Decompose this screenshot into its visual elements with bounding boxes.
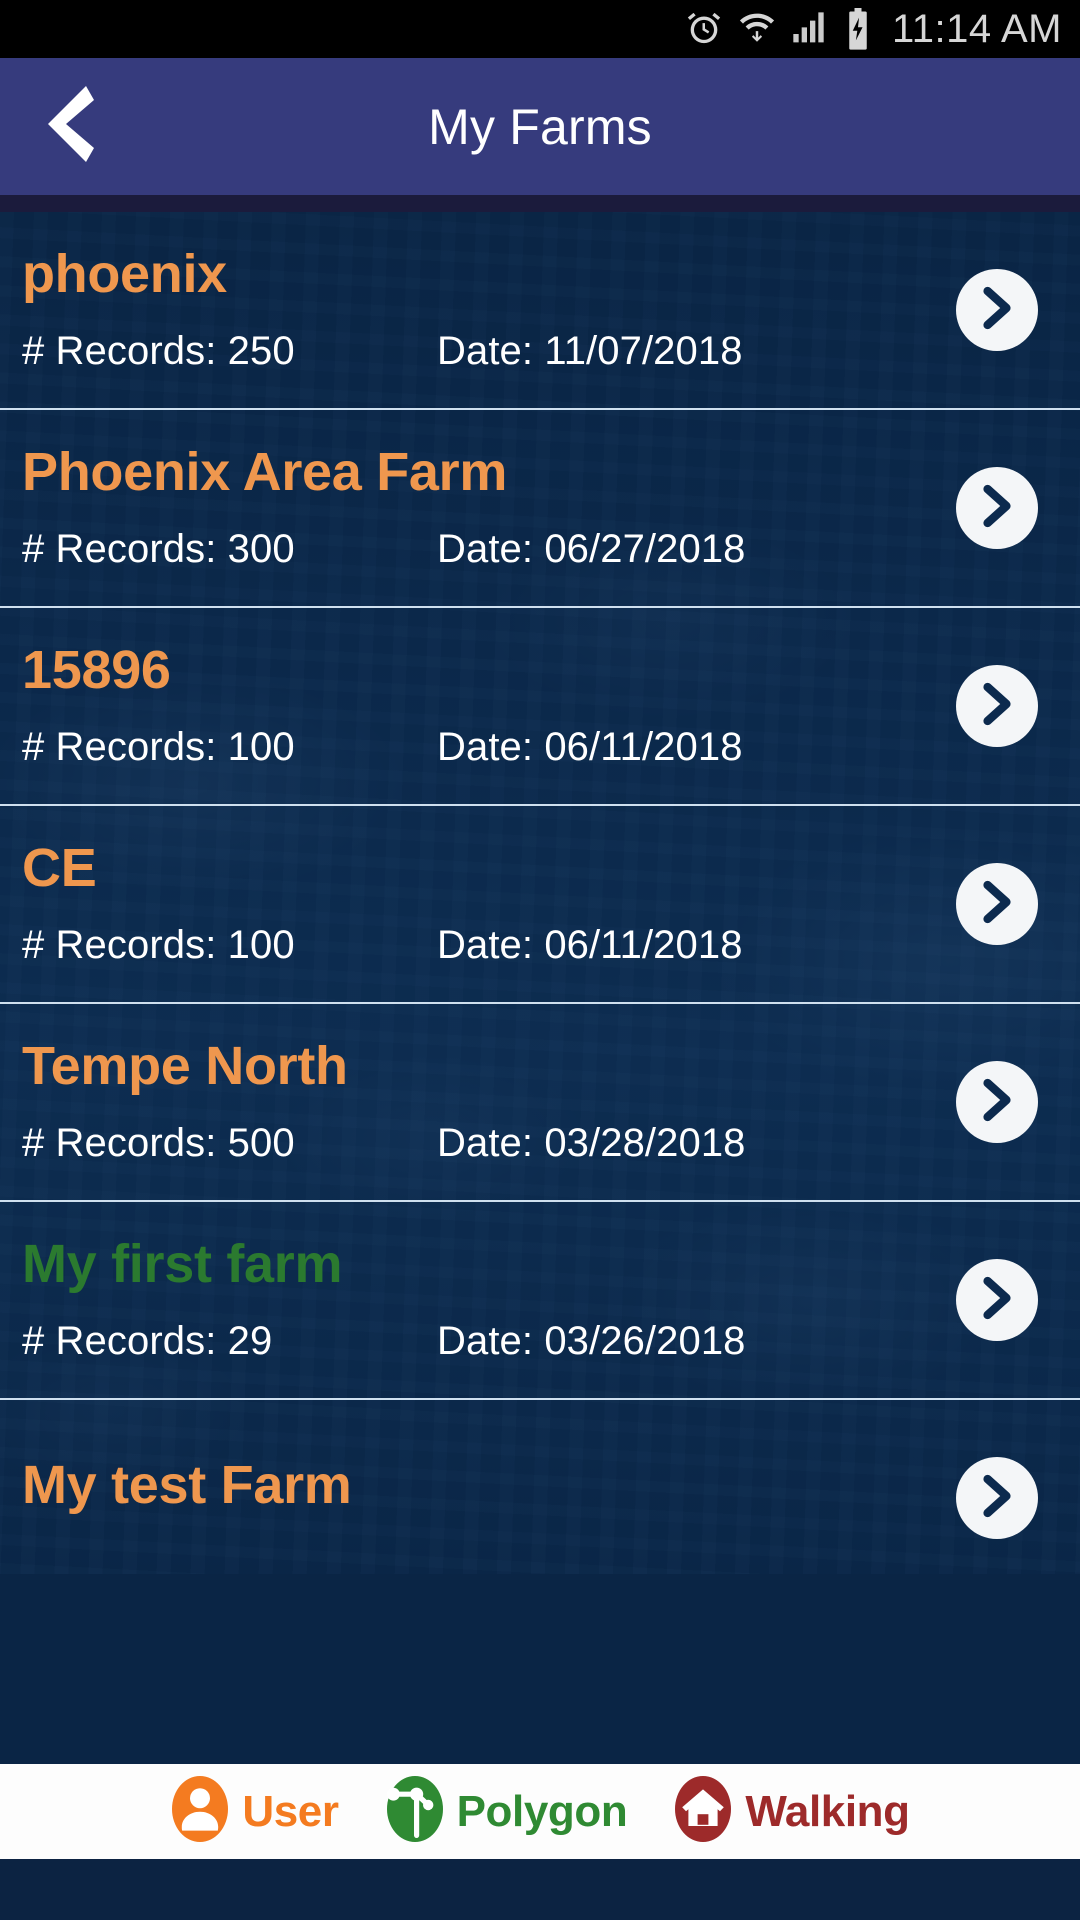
chevron-right-icon xyxy=(980,1077,1014,1128)
back-chevron-icon xyxy=(42,86,102,167)
open-farm-button[interactable] xyxy=(956,1457,1038,1539)
farm-record-count: # Records: 29 xyxy=(22,1318,273,1363)
chevron-right-icon xyxy=(980,285,1014,336)
farm-date: Date: 03/26/2018 xyxy=(437,1318,746,1363)
farm-list-container[interactable]: phoenix # Records: 250 Date: 11/07/2018 … xyxy=(0,212,1080,1574)
farm-date: Date: 06/27/2018 xyxy=(437,526,746,571)
farm-name: My test Farm xyxy=(22,1454,352,1515)
table-row[interactable]: 15896 # Records: 100 Date: 06/11/2018 xyxy=(0,608,1080,806)
table-row[interactable]: Phoenix Area Farm # Records: 300 Date: 0… xyxy=(0,410,1080,608)
polygon-node-icon xyxy=(385,1775,445,1848)
chevron-right-icon xyxy=(980,1473,1014,1524)
page-title: My Farms xyxy=(428,98,652,155)
table-row[interactable]: phoenix # Records: 250 Date: 11/07/2018 xyxy=(0,212,1080,410)
user-avatar-icon xyxy=(170,1775,230,1848)
signal-icon xyxy=(790,9,830,49)
chevron-right-icon xyxy=(980,1275,1014,1326)
chevron-right-icon xyxy=(980,681,1014,732)
farm-name: Tempe North xyxy=(22,1036,348,1097)
wifi-icon xyxy=(738,9,776,49)
toolbar-item-user[interactable]: User xyxy=(170,1775,339,1848)
farm-name: CE xyxy=(22,838,97,899)
bottom-toolbar: User Polygon Walking xyxy=(0,1764,1080,1859)
table-row[interactable]: My test Farm xyxy=(0,1400,1080,1574)
open-farm-button[interactable] xyxy=(956,269,1038,351)
battery-charging-icon xyxy=(844,8,872,50)
toolbar-label-polygon: Polygon xyxy=(456,1786,628,1836)
alarm-icon xyxy=(684,9,724,49)
open-farm-button[interactable] xyxy=(956,1061,1038,1143)
farm-name: 15896 xyxy=(22,640,171,701)
system-navigation-bar xyxy=(0,1859,1080,1920)
chevron-right-icon xyxy=(980,879,1014,930)
farm-record-count: # Records: 100 xyxy=(22,922,295,967)
farm-meta: # Records: 100 Date: 06/11/2018 xyxy=(22,923,1058,968)
toolbar-item-polygon[interactable]: Polygon xyxy=(385,1775,628,1848)
farm-date: Date: 03/28/2018 xyxy=(437,1120,746,1165)
farm-date: Date: 11/07/2018 xyxy=(437,328,743,373)
table-row[interactable]: CE # Records: 100 Date: 06/11/2018 xyxy=(0,806,1080,1004)
farm-meta: # Records: 300 Date: 06/27/2018 xyxy=(22,527,1058,572)
farm-meta: # Records: 500 Date: 03/28/2018 xyxy=(22,1121,1058,1166)
farm-list: phoenix # Records: 250 Date: 11/07/2018 … xyxy=(0,212,1080,1574)
farm-date: Date: 06/11/2018 xyxy=(437,724,743,769)
status-bar: 11:14 AM xyxy=(0,0,1080,58)
farm-name: My first farm xyxy=(22,1234,343,1295)
farm-date: Date: 06/11/2018 xyxy=(437,922,743,967)
farm-name: phoenix xyxy=(22,244,227,305)
home-walking-icon xyxy=(673,1775,733,1848)
back-button[interactable] xyxy=(30,85,114,169)
open-farm-button[interactable] xyxy=(956,665,1038,747)
toolbar-item-walking[interactable]: Walking xyxy=(673,1775,910,1848)
farm-record-count: # Records: 250 xyxy=(22,328,295,373)
farm-meta: # Records: 250 Date: 11/07/2018 xyxy=(22,329,1058,374)
open-farm-button[interactable] xyxy=(956,863,1038,945)
toolbar-label-user: User xyxy=(242,1786,339,1836)
farm-meta: # Records: 29 Date: 03/26/2018 xyxy=(22,1319,1058,1364)
chevron-right-icon xyxy=(980,483,1014,534)
farm-meta: # Records: 100 Date: 06/11/2018 xyxy=(22,725,1058,770)
status-clock: 11:14 AM xyxy=(891,6,1062,51)
appbar-divider xyxy=(0,195,1080,212)
farm-record-count: # Records: 300 xyxy=(22,526,295,571)
table-row[interactable]: My first farm # Records: 29 Date: 03/26/… xyxy=(0,1202,1080,1400)
farm-record-count: # Records: 500 xyxy=(22,1120,295,1165)
farm-record-count: # Records: 100 xyxy=(22,724,295,769)
open-farm-button[interactable] xyxy=(956,467,1038,549)
table-row[interactable]: Tempe North # Records: 500 Date: 03/28/2… xyxy=(0,1004,1080,1202)
open-farm-button[interactable] xyxy=(956,1259,1038,1341)
farm-name: Phoenix Area Farm xyxy=(22,442,508,503)
toolbar-label-walking: Walking xyxy=(745,1786,910,1836)
app-bar: My Farms xyxy=(0,58,1080,195)
